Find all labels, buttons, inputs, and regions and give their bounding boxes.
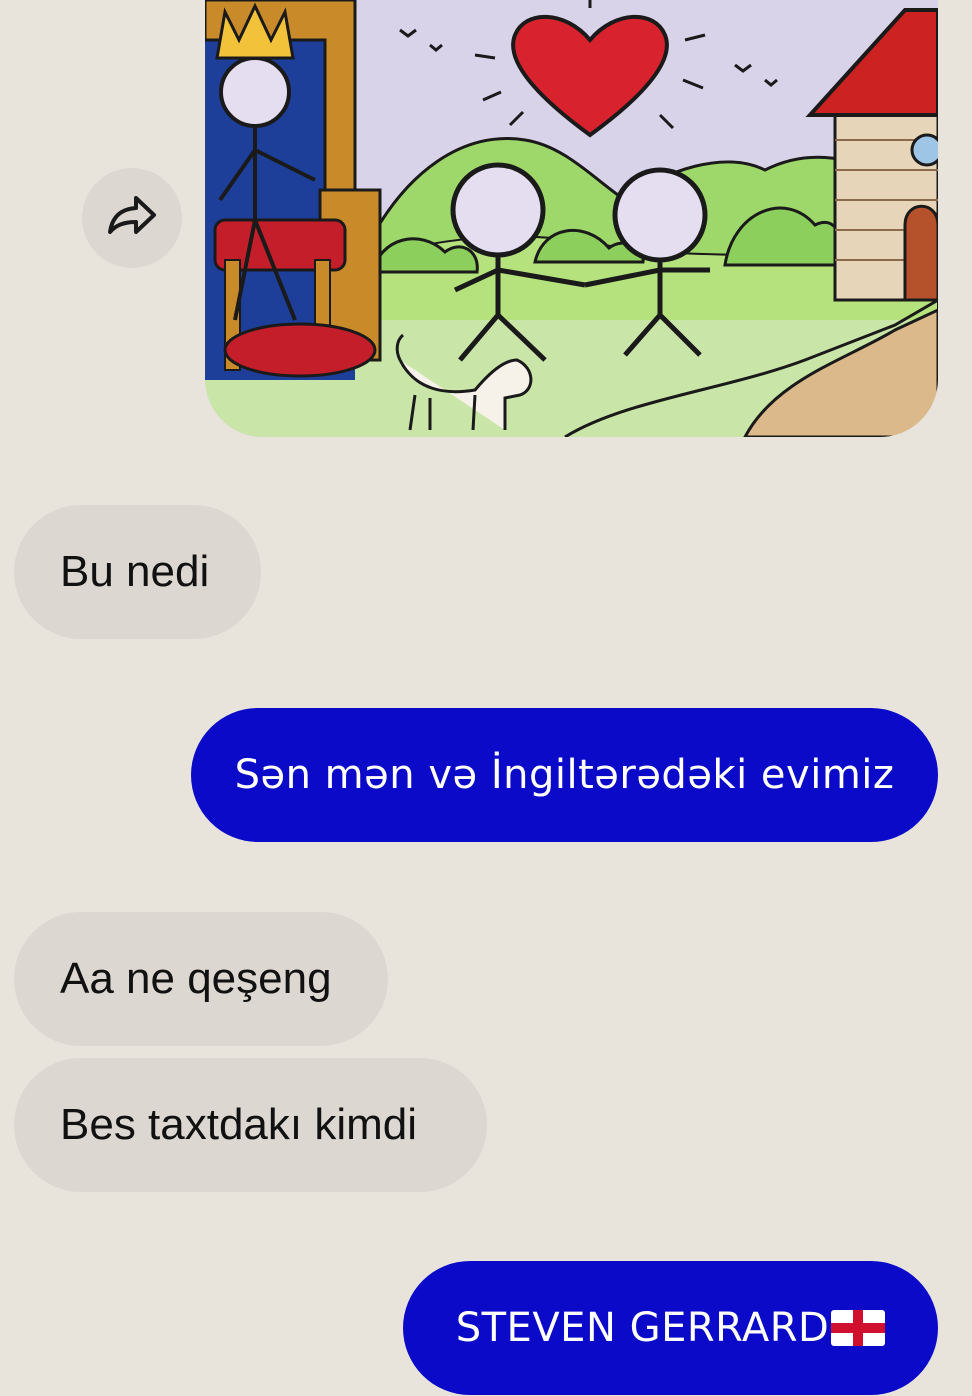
message-text: Aa ne qeşeng bbox=[60, 954, 332, 1003]
message-outgoing[interactable]: STEVEN GERRARD bbox=[403, 1261, 938, 1395]
share-forward-icon bbox=[106, 194, 158, 243]
message-incoming[interactable]: Bes taxtdakı kimdi bbox=[14, 1058, 487, 1192]
message-incoming[interactable]: Aa ne qeşeng bbox=[14, 912, 388, 1046]
share-button[interactable] bbox=[82, 168, 182, 268]
message-text: Bu nedi bbox=[60, 547, 210, 596]
message-text: STEVEN GERRARD bbox=[455, 1305, 830, 1351]
image-message[interactable] bbox=[205, 0, 938, 437]
message-outgoing[interactable]: Sən mən və İngiltərədəki evimiz bbox=[191, 708, 938, 842]
drawing-image bbox=[205, 0, 938, 437]
message-incoming[interactable]: Bu nedi bbox=[14, 505, 261, 639]
england-flag-icon bbox=[831, 1310, 886, 1346]
message-text: Bes taxtdakı kimdi bbox=[60, 1100, 418, 1149]
message-text: Sən mən və İngiltərədəki evimiz bbox=[234, 752, 895, 798]
